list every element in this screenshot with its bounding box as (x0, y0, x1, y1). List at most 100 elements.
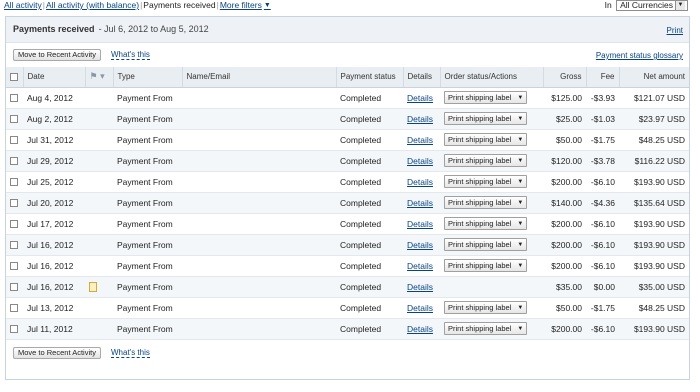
cell-type: Payment From (113, 87, 182, 109)
panel-header: Payments received - Jul 6, 2012 to Aug 5,… (6, 17, 689, 43)
column-net-amount[interactable]: Net amount (619, 67, 689, 88)
chevron-down-icon: ▼ (517, 95, 524, 101)
details-link[interactable]: Details (407, 93, 433, 103)
cell-net-amount: $193.90 USD (619, 255, 689, 277)
details-link[interactable]: Details (407, 261, 433, 271)
cell-details: Details (403, 171, 440, 193)
print-shipping-label-button[interactable]: Print shipping label ▼ (444, 217, 528, 230)
cell-fee: -$6.10 (586, 171, 619, 193)
details-link[interactable]: Details (407, 324, 433, 334)
cell-flag (85, 192, 113, 214)
cell-gross: $50.00 (543, 297, 586, 319)
print-shipping-label-button[interactable]: Print shipping label ▼ (444, 259, 528, 272)
cell-type: Payment From (113, 192, 182, 214)
print-shipping-label-button[interactable]: Print shipping label ▼ (444, 301, 528, 314)
print-shipping-label-button[interactable]: Print shipping label ▼ (444, 238, 528, 251)
print-shipping-label-text: Print shipping label (448, 261, 512, 270)
cell-fee: -$3.78 (586, 150, 619, 172)
cell-details: Details (403, 297, 440, 319)
details-link[interactable]: Details (407, 114, 433, 124)
whats-this-link-bottom[interactable]: What's this (111, 348, 150, 358)
cell-details: Details (403, 213, 440, 235)
row-checkbox[interactable] (10, 220, 18, 229)
details-link[interactable]: Details (407, 219, 433, 229)
currency-in-label: In (604, 0, 612, 10)
column-name-email[interactable]: Name/Email (182, 67, 337, 88)
row-checkbox[interactable] (10, 304, 18, 313)
more-filters-link[interactable]: More filters ▼ (220, 0, 271, 10)
row-select-cell (6, 276, 23, 298)
cell-net-amount: $48.25 USD (619, 129, 689, 151)
row-checkbox[interactable] (10, 94, 18, 103)
row-checkbox[interactable] (10, 136, 18, 145)
column-order-status: Order status/Actions (440, 67, 544, 88)
panel-title-text: Payments received (13, 24, 95, 34)
cell-name-email (182, 318, 336, 340)
column-type[interactable]: Type (113, 67, 183, 88)
filter-all-activity[interactable]: All activity (4, 0, 42, 10)
cell-type: Payment From (113, 234, 182, 256)
cell-payment-status: Completed (336, 318, 403, 340)
cell-type: Payment From (113, 318, 182, 340)
cell-payment-status: Completed (336, 234, 403, 256)
column-payment-status[interactable]: Payment status (336, 67, 404, 88)
table-row: Aug 4, 2012 Payment From Completed Details P… (6, 87, 689, 109)
cell-fee: -$3.93 (586, 87, 619, 109)
row-checkbox[interactable] (10, 115, 18, 124)
table-row: Jul 31, 2012 Payment From Completed Details… (6, 129, 689, 151)
row-checkbox[interactable] (10, 241, 18, 250)
filter-all-activity-with-balance[interactable]: All activity (with balance) (46, 0, 139, 10)
cell-net-amount: $135.64 USD (619, 192, 689, 214)
column-flag[interactable]: ⚑ ▾ (85, 67, 114, 88)
details-link[interactable]: Details (407, 198, 433, 208)
whats-this-link[interactable]: What's this (111, 50, 150, 60)
row-checkbox[interactable] (10, 178, 18, 187)
select-all-checkbox[interactable] (10, 73, 18, 82)
column-fee[interactable]: Fee (586, 67, 620, 88)
cell-name-email (182, 255, 336, 277)
print-shipping-label-button[interactable]: Print shipping label ▼ (444, 112, 528, 125)
cell-details: Details (403, 318, 440, 340)
row-select-cell (6, 129, 23, 151)
cell-order-action: Print shipping label ▼ (440, 108, 543, 130)
cell-type: Payment From (113, 255, 182, 277)
row-checkbox[interactable] (10, 325, 18, 334)
currency-select[interactable]: All Currencies ▼ (616, 0, 688, 11)
payment-status-glossary-link[interactable]: Payment status glossary (596, 51, 683, 60)
row-checkbox[interactable] (10, 262, 18, 271)
cell-flag (85, 234, 113, 256)
print-shipping-label-button[interactable]: Print shipping label ▼ (444, 133, 528, 146)
filter-bar: All activity|All activity (with balance)… (0, 0, 700, 14)
details-link[interactable]: Details (407, 177, 433, 187)
row-checkbox[interactable] (10, 157, 18, 166)
cell-type: Payment From (113, 108, 182, 130)
cell-date: Jul 25, 2012 (23, 171, 85, 193)
print-shipping-label-button[interactable]: Print shipping label ▼ (444, 154, 528, 167)
details-link[interactable]: Details (407, 240, 433, 250)
details-link[interactable]: Details (407, 135, 433, 145)
print-shipping-label-button[interactable]: Print shipping label ▼ (444, 196, 528, 209)
table-row: Jul 25, 2012 Payment From Completed Details… (6, 171, 689, 193)
cell-fee: -$6.10 (586, 255, 619, 277)
cell-date: Jul 29, 2012 (23, 150, 85, 172)
cell-date: Jul 13, 2012 (23, 297, 85, 319)
row-select-cell (6, 87, 23, 109)
print-link[interactable]: Print (667, 26, 683, 35)
move-to-recent-activity-button[interactable]: Move to Recent Activity (13, 49, 101, 61)
column-date[interactable]: Date (23, 67, 86, 88)
print-shipping-label-button[interactable]: Print shipping label ▼ (444, 322, 528, 335)
print-shipping-label-button[interactable]: Print shipping label ▼ (444, 175, 528, 188)
row-select-cell (6, 150, 23, 172)
details-link[interactable]: Details (407, 303, 433, 313)
move-to-recent-activity-button-bottom[interactable]: Move to Recent Activity (13, 347, 101, 359)
details-link[interactable]: Details (407, 156, 433, 166)
note-icon (89, 281, 97, 292)
print-shipping-label-text: Print shipping label (448, 135, 512, 144)
table-row: Jul 20, 2012 Payment From Completed Details… (6, 192, 689, 214)
details-link[interactable]: Details (407, 282, 433, 292)
row-checkbox[interactable] (10, 283, 18, 292)
table-row: Jul 29, 2012 Payment From Completed Details… (6, 150, 689, 172)
row-checkbox[interactable] (10, 199, 18, 208)
column-gross[interactable]: Gross (543, 67, 587, 88)
print-shipping-label-button[interactable]: Print shipping label ▼ (444, 91, 528, 104)
